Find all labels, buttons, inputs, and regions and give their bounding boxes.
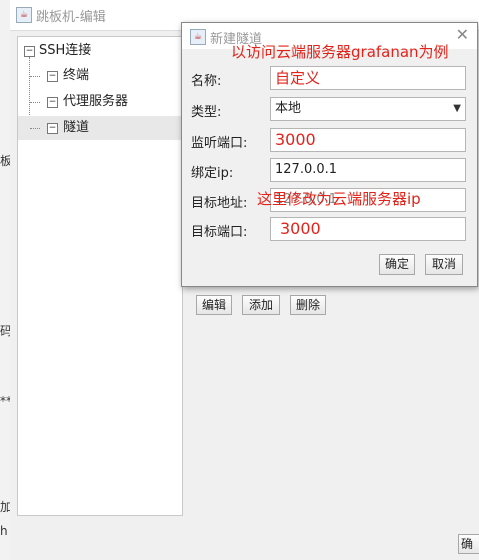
tree-item-label: 隧道 [63,120,90,135]
tree-item-label: 代理服务器 [63,94,129,109]
tree-item-proxy[interactable]: − 代理服务器 [18,90,182,114]
close-icon[interactable]: ✕ [456,25,469,44]
tree-item-tunnel[interactable]: − 隧道 [18,116,182,140]
tree-item-label: 终端 [63,68,90,83]
name-label: 名称: [191,74,222,89]
bind-ip-field[interactable]: 127.0.0.1 [270,158,466,182]
tree-branch-line [30,102,40,103]
confirm-button[interactable]: 确定 [379,254,415,275]
tree-branch-line [30,76,40,77]
edge-text: h [0,524,8,538]
edit-button[interactable]: 编辑 [196,295,232,315]
chevron-down-icon[interactable]: ▼ [453,98,461,120]
type-select-value: 本地 [275,101,302,116]
listen-port-label: 监听端口: [191,136,248,151]
tree-root[interactable]: − SSH连接 [18,39,182,63]
target-address-label: 目标地址: [191,196,248,211]
tree-collapse-icon[interactable]: − [47,71,58,82]
tree-item-terminal[interactable]: − 终端 [18,64,182,88]
annotation-top: 以访问云端服务器grafanan为例 [231,43,449,61]
delete-button[interactable]: 删除 [290,295,326,315]
main-window-title: 跳板机-编辑 [36,10,106,25]
ok-button-partial[interactable]: 确定 [458,534,479,554]
annotation-target: 这里修改为云端服务器ip [257,190,421,208]
tree-root-label: SSH连接 [39,43,92,58]
cancel-button[interactable]: 取消 [425,254,463,275]
java-cup-icon: ☕ [16,7,32,23]
tree-collapse-icon[interactable]: − [24,46,35,57]
bind-ip-label: 绑定ip: [191,166,234,181]
tree-branch-line [30,128,40,129]
target-port-field[interactable]: 3000 [270,217,466,241]
tree-collapse-icon[interactable]: − [47,123,58,134]
listen-port-field[interactable]: 3000 [270,128,466,152]
tree-collapse-icon[interactable]: − [47,97,58,108]
target-port-label: 目标端口: [191,225,248,240]
name-field[interactable]: 自定义 [270,66,466,90]
tree-panel[interactable]: − SSH连接 − 终端 − 代理服务器 − 隧道 [17,36,183,516]
type-select[interactable]: 本地 ▼ [270,97,466,121]
type-label: 类型: [191,105,222,120]
add-button[interactable]: 添加 [242,295,280,315]
java-cup-icon: ☕ [190,29,206,45]
